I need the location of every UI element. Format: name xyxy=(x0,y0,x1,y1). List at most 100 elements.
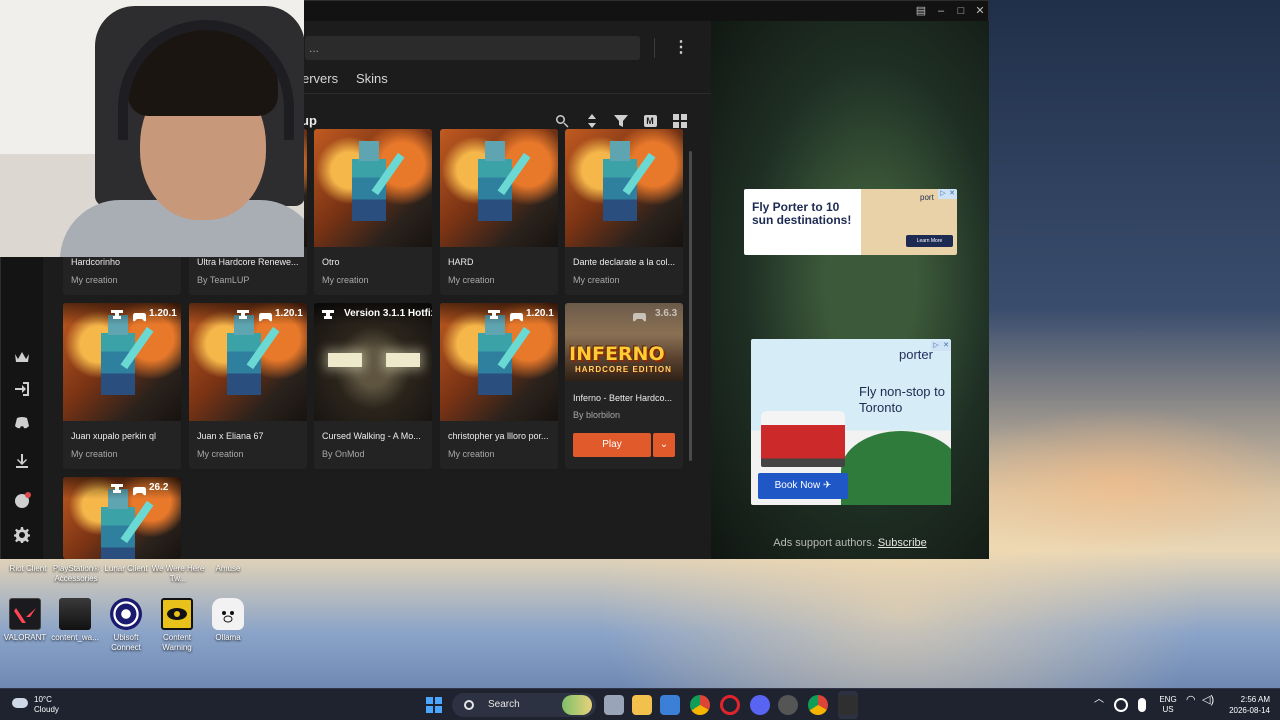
scrollbar[interactable] xyxy=(689,151,692,461)
notification-dot xyxy=(25,492,31,498)
anvil-icon xyxy=(237,308,249,319)
filter-icon[interactable] xyxy=(613,113,629,129)
cloud-icon xyxy=(12,698,28,708)
controller-icon xyxy=(133,483,146,496)
desktop-icon-amuse[interactable]: Amuse xyxy=(200,564,256,574)
crown-icon[interactable] xyxy=(12,347,32,367)
chrome-profile-icon[interactable] xyxy=(808,695,828,715)
version-badge: Version 3.1.1 Hotfix xyxy=(344,308,432,319)
modpack-name: Otro xyxy=(322,257,340,267)
date: 2026-08-14 xyxy=(1229,706,1270,715)
chevron-down-icon: ⌄ xyxy=(659,439,669,450)
m-view-button[interactable]: M xyxy=(642,113,658,129)
volume-icon[interactable]: ◁) xyxy=(1202,695,1214,706)
language-code: ENG xyxy=(1159,695,1177,704)
search-icon[interactable] xyxy=(554,113,570,129)
modpack-author: My creation xyxy=(71,275,118,285)
modpack-thumbnail xyxy=(440,129,558,247)
tab-servers[interactable]: ervers xyxy=(302,71,338,86)
microphone-icon[interactable] xyxy=(1138,698,1146,712)
ad-headline: Fly non-stop to Toronto xyxy=(859,384,945,415)
start-button[interactable] xyxy=(426,697,442,713)
desktop-icon-valorant[interactable]: VALORANT xyxy=(0,598,53,643)
modpack-card[interactable]: Dante declarate a la col... My creation xyxy=(565,129,683,295)
ads-support-text: Ads support authors. xyxy=(773,537,875,549)
modpack-author: My creation xyxy=(197,449,244,459)
desktop-icon-content-wa[interactable]: content_wa... xyxy=(47,598,103,643)
content-warning-icon xyxy=(161,598,193,630)
task-view-icon[interactable] xyxy=(604,695,624,715)
search-input[interactable]: ... xyxy=(305,36,640,60)
desktop-icon-content-warning[interactable]: Content Warning xyxy=(149,598,205,653)
modpack-author: My creation xyxy=(573,275,620,285)
close-button[interactable]: ✕ xyxy=(973,4,987,18)
modpack-author: My creation xyxy=(448,275,495,285)
modpack-card[interactable]: HARD My creation xyxy=(440,129,558,295)
modpack-name: Inferno - Better Hardco... xyxy=(573,393,673,403)
modpack-card-inferno[interactable]: INFERNO HARDCORE EDITION 3.6.3 Inferno -… xyxy=(565,303,683,469)
modpack-card[interactable]: 26.2 xyxy=(63,477,181,559)
ad-close-icon[interactable]: ✕ xyxy=(941,341,951,351)
play-options-dropdown[interactable]: ⌄ xyxy=(653,433,675,457)
file-explorer-icon[interactable] xyxy=(632,695,652,715)
tab-skins[interactable]: Skins xyxy=(356,71,388,86)
more-options-icon[interactable]: ⋮ xyxy=(673,39,689,57)
chevron-up-icon[interactable]: ︿ xyxy=(1094,695,1104,705)
microsoft-store-icon[interactable] xyxy=(660,695,680,715)
desktop-icon-ollama[interactable]: Ollama xyxy=(200,598,256,643)
modpack-card[interactable]: 1.20.1 Juan x Eliana 67 My creation xyxy=(189,303,307,469)
subscribe-link[interactable]: Subscribe xyxy=(878,537,927,549)
desktop-icon-ubisoft-connect[interactable]: Ubisoft Connect xyxy=(98,598,154,653)
layout-icon[interactable]: ▤ xyxy=(914,4,928,18)
ad-banner-porter-sun[interactable]: Fly Porter to 10 sun destinations! port … xyxy=(744,189,957,255)
webcam-overlay xyxy=(0,0,304,257)
modpack-author: By TeamLUP xyxy=(197,275,250,285)
login-icon[interactable] xyxy=(12,379,32,399)
controller-icon xyxy=(133,309,146,322)
modpack-card[interactable]: Version 3.1.1 Hotfix Cursed Walking - A … xyxy=(314,303,432,469)
maximize-button[interactable]: □ xyxy=(954,4,968,18)
modpack-card[interactable]: 1.20.1 christopher ya llloro por... My c… xyxy=(440,303,558,469)
modpack-card[interactable]: Otro My creation xyxy=(314,129,432,295)
modpack-name: Dante declarate a la col... xyxy=(573,257,676,267)
download-icon[interactable] xyxy=(12,451,32,471)
taskbar: 10°C Cloudy Search ︿ ENG US ◠ ◁) 2:56 AM … xyxy=(0,688,1280,720)
modpack-card[interactable]: 1.20.1 Juan xupalo perkin ql My creation xyxy=(63,303,181,469)
desktop-icon-we-were-here[interactable]: We Were Here Tw... xyxy=(150,564,206,584)
language-indicator[interactable]: ENG US xyxy=(1156,695,1180,715)
discord-icon[interactable] xyxy=(750,695,770,715)
chrome-icon[interactable] xyxy=(690,695,710,715)
play-button[interactable]: Play xyxy=(573,433,651,457)
gear-icon[interactable] xyxy=(12,525,32,545)
discord-icon[interactable] xyxy=(12,413,32,433)
modpack-author: My creation xyxy=(448,449,495,459)
badge-bar: Version 3.1.1 Hotfix xyxy=(314,303,432,325)
inferno-logo-subtitle: HARDCORE EDITION xyxy=(575,365,672,374)
grid-view-icon[interactable] xyxy=(672,113,688,129)
wifi-icon[interactable]: ◠ xyxy=(1186,695,1196,706)
curseforge-icon[interactable] xyxy=(838,695,858,715)
desktop-icon-label: VALORANT xyxy=(3,633,47,642)
desktop-icon-label: Ubisoft Connect xyxy=(111,633,141,652)
desktop-icon-playstation-accessories[interactable]: PlayStation® Accessories xyxy=(48,564,104,584)
valorant-icon xyxy=(9,598,41,630)
minimize-button[interactable]: – xyxy=(934,4,948,18)
anvil-icon xyxy=(488,308,500,319)
ad-book-now-button[interactable]: Book Now ✈ xyxy=(758,473,848,499)
divider xyxy=(654,38,655,58)
ad-learn-more-button[interactable]: Learn More xyxy=(906,235,953,247)
clock[interactable]: 2:56 AM 2026-08-14 xyxy=(1226,694,1270,716)
app-icon[interactable] xyxy=(778,695,798,715)
sort-icon[interactable] xyxy=(584,113,600,129)
region-code: US xyxy=(1162,705,1174,714)
opera-icon[interactable] xyxy=(720,695,740,715)
ad-banner-porter-toronto[interactable]: porter Fly non-stop to Toronto Book Now … xyxy=(751,339,951,505)
ubisoft-icon xyxy=(110,598,142,630)
sync-icon[interactable] xyxy=(1114,698,1128,712)
help-icon[interactable] xyxy=(12,491,32,511)
modpack-thumbnail xyxy=(314,129,432,247)
ollama-llama-icon xyxy=(212,598,244,630)
ad-close-icon[interactable]: ✕ xyxy=(947,189,957,199)
adchoices-icon[interactable]: ▷ xyxy=(931,341,941,351)
desktop-icon-lunar-client[interactable]: Lunar Client xyxy=(98,564,154,574)
